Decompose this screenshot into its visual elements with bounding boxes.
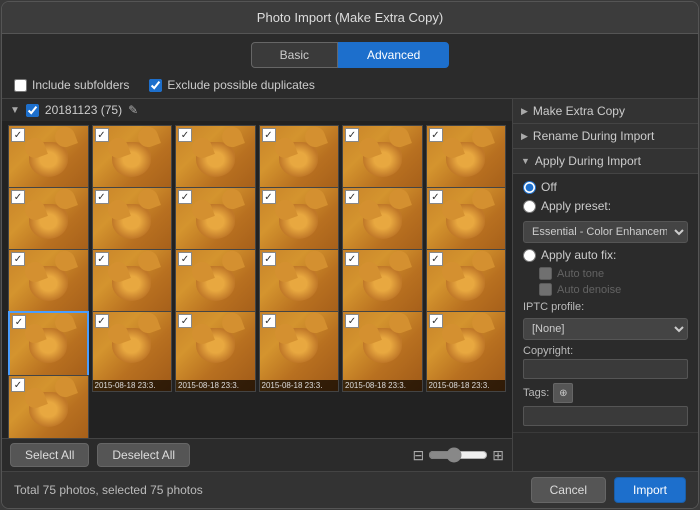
auto-tone-label: Auto tone (557, 268, 604, 280)
add-tag-button[interactable]: ⊕ (553, 383, 573, 403)
title-bar: Photo Import (Make Extra Copy) (2, 2, 698, 34)
action-buttons: Cancel Import (531, 477, 686, 503)
exclude-duplicates-checkbox[interactable] (149, 79, 162, 92)
include-subfolders-option[interactable]: Include subfolders (14, 78, 129, 92)
photo-thumb[interactable]: ✓ 2015-08-18 23:3. (175, 311, 256, 392)
photo-thumb[interactable]: ✓ 2015-08-18 23:3. (259, 311, 340, 392)
apply-preset-label: Apply preset: (541, 199, 611, 213)
photo-thumb[interactable]: ✓ 2015-08-18 23:3. (8, 375, 89, 438)
main-content: ▼ 20181123 (75) ✎ ✓ 2015-08-18 23:3. ✓ 2… (2, 99, 698, 471)
tags-label: Tags: (523, 387, 549, 399)
cancel-button[interactable]: Cancel (531, 477, 606, 503)
bottom-bar: Select All Deselect All ⊟ ⊞ (2, 438, 512, 471)
photo-thumb[interactable]: ✓ 2015-08-18 23:3. (92, 311, 173, 392)
apply-during-import-content: Off Apply preset: Essential - Color Enha… (513, 174, 698, 433)
selection-buttons: Select All Deselect All (10, 443, 190, 467)
rename-during-import-arrow: ▶ (521, 131, 528, 142)
zoom-slider[interactable] (428, 447, 488, 463)
auto-tone-option[interactable]: Auto tone (539, 267, 688, 280)
iptc-profile-label: IPTC profile: (523, 301, 688, 313)
apply-during-import-arrow: ▼ (521, 156, 530, 166)
make-extra-copy-header[interactable]: ▶ Make Extra Copy (513, 99, 698, 124)
photo-thumb[interactable]: ✓ 2015-08-18 23:3. (342, 311, 423, 392)
tags-row: Tags: ⊕ (523, 383, 688, 403)
make-extra-copy-arrow: ▶ (521, 106, 528, 117)
right-panel: ▶ Make Extra Copy ▶ Rename During Import… (513, 99, 698, 471)
apply-during-import-header[interactable]: ▼ Apply During Import (513, 149, 698, 174)
off-radio[interactable] (523, 181, 536, 194)
include-subfolders-label: Include subfolders (32, 78, 129, 92)
tags-input[interactable] (523, 406, 688, 426)
apply-auto-fix-label: Apply auto fix: (541, 248, 616, 262)
apply-preset-radio[interactable] (523, 200, 536, 213)
tab-advanced[interactable]: Advanced (338, 42, 449, 68)
copyright-label: Copyright: (523, 345, 688, 357)
left-panel: ▼ 20181123 (75) ✎ ✓ 2015-08-18 23:3. ✓ 2… (2, 99, 513, 471)
select-all-button[interactable]: Select All (10, 443, 89, 467)
folder-collapse-arrow[interactable]: ▼ (10, 105, 20, 116)
make-extra-copy-label: Make Extra Copy (533, 104, 625, 118)
deselect-all-button[interactable]: Deselect All (97, 443, 190, 467)
import-button[interactable]: Import (614, 477, 686, 503)
tab-bar: Basic Advanced (2, 34, 698, 72)
tab-basic[interactable]: Basic (251, 42, 338, 68)
auto-denoise-option[interactable]: Auto denoise (539, 283, 688, 296)
off-option[interactable]: Off (523, 180, 688, 194)
folder-row: ▼ 20181123 (75) ✎ (2, 99, 512, 121)
folder-checkbox[interactable] (26, 104, 39, 117)
iptc-profile-select[interactable]: [None] (523, 318, 688, 340)
apply-preset-option[interactable]: Apply preset: (523, 199, 688, 213)
zoom-controls: ⊟ ⊞ (413, 447, 504, 464)
status-text: Total 75 photos, selected 75 photos (14, 483, 203, 497)
zoom-out-icon: ⊟ (413, 447, 425, 464)
dialog-title: Photo Import (Make Extra Copy) (257, 10, 443, 25)
exclude-duplicates-option[interactable]: Exclude possible duplicates (149, 78, 314, 92)
options-bar: Include subfolders Exclude possible dupl… (2, 72, 698, 99)
auto-denoise-label: Auto denoise (557, 284, 621, 296)
auto-fix-sub-options: Auto tone Auto denoise (539, 267, 688, 296)
off-label: Off (541, 180, 557, 194)
apply-auto-fix-radio[interactable] (523, 249, 536, 262)
status-bar: Total 75 photos, selected 75 photos Canc… (2, 471, 698, 508)
pencil-icon[interactable]: ✎ (128, 103, 138, 117)
auto-tone-checkbox[interactable] (539, 267, 552, 280)
exclude-duplicates-label: Exclude possible duplicates (167, 78, 314, 92)
auto-denoise-checkbox[interactable] (539, 283, 552, 296)
include-subfolders-checkbox[interactable] (14, 79, 27, 92)
copyright-input[interactable] (523, 359, 688, 379)
photo-import-dialog: Photo Import (Make Extra Copy) Basic Adv… (1, 1, 699, 509)
apply-during-import-label: Apply During Import (535, 154, 641, 168)
rename-during-import-header[interactable]: ▶ Rename During Import (513, 124, 698, 149)
zoom-in-icon: ⊞ (492, 447, 504, 464)
preset-select[interactable]: Essential - Color Enhancement (523, 221, 688, 243)
folder-name: 20181123 (75) (45, 103, 122, 117)
photo-grid: ✓ 2015-08-18 23:3. ✓ 2015-08-18 23:3. ✓ … (2, 121, 512, 438)
apply-options: Off Apply preset: Essential - Color Enha… (523, 180, 688, 296)
photo-thumb[interactable]: ✓ 2015-08-18 23:3. (426, 311, 507, 392)
apply-auto-fix-option[interactable]: Apply auto fix: (523, 248, 688, 262)
rename-during-import-label: Rename During Import (533, 129, 654, 143)
